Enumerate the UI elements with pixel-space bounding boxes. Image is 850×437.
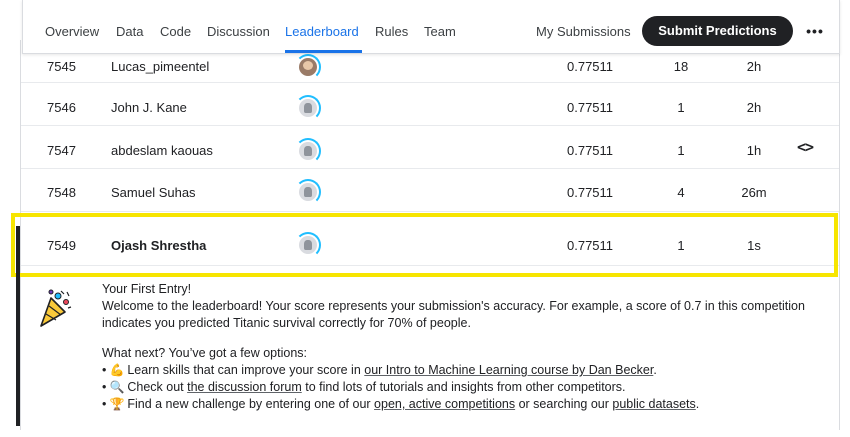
team-name-cell[interactable]: Ojash Shrestha xyxy=(111,238,206,253)
option-discussion-post: to find lots of tutorials and insights f… xyxy=(301,380,626,394)
discussion-forum-link[interactable]: the discussion forum xyxy=(187,380,302,394)
tab-discussion[interactable]: Discussion xyxy=(207,24,270,39)
table-row[interactable]: 7548 Samuel Suhas 0.77511 4 26m xyxy=(21,169,839,212)
team-avatar[interactable] xyxy=(295,54,321,80)
tab-team[interactable]: Team xyxy=(424,24,456,39)
last-submission-cell: 2h xyxy=(746,100,762,115)
last-submission-cell: 1h xyxy=(746,143,762,158)
team-name-cell[interactable]: John J. Kane xyxy=(111,100,187,115)
code-toggle-icon[interactable]: <> xyxy=(797,138,814,156)
rank-cell: 7546 xyxy=(47,100,76,115)
option-learn: • 💪 Learn skills that can improve your s… xyxy=(102,363,657,377)
my-submissions-link[interactable]: My Submissions xyxy=(536,24,631,39)
rank-cell: 7545 xyxy=(47,59,76,74)
first-entry-text-line-2: indicates you predicted Titanic survival… xyxy=(102,316,471,330)
tab-overview[interactable]: Overview xyxy=(45,24,99,39)
first-entry-message: Your First Entry! Welcome to the leaderb… xyxy=(102,281,832,413)
option-learn-period: . xyxy=(653,363,657,377)
public-datasets-link[interactable]: public datasets xyxy=(612,397,695,411)
magnifier-icon: 🔍 xyxy=(109,380,125,394)
entries-cell: 4 xyxy=(677,185,685,200)
trophy-icon: 🏆 xyxy=(109,397,125,411)
last-submission-cell: 26m xyxy=(741,185,767,200)
table-row[interactable]: 7546 John J. Kane 0.77511 1 2h xyxy=(21,83,839,126)
entries-cell: 1 xyxy=(677,100,685,115)
entries-cell: 1 xyxy=(677,143,685,158)
rank-cell: 7548 xyxy=(47,185,76,200)
score-cell: 0.77511 xyxy=(567,100,614,115)
tab-data[interactable]: Data xyxy=(116,24,143,39)
first-entry-title: Your First Entry! xyxy=(102,282,192,296)
score-cell: 0.77511 xyxy=(567,238,614,253)
entries-cell: 18 xyxy=(673,59,689,74)
score-cell: 0.77511 xyxy=(567,59,614,74)
team-avatar[interactable] xyxy=(295,138,321,164)
party-popper-icon xyxy=(40,289,72,327)
team-avatar[interactable] xyxy=(295,232,321,258)
tab-leaderboard[interactable]: Leaderboard xyxy=(285,24,359,39)
score-cell: 0.77511 xyxy=(567,185,614,200)
score-cell: 0.77511 xyxy=(567,143,614,158)
option-challenge-mid: or searching our xyxy=(515,397,613,411)
option-challenge-pre: Find a new challenge by entering one of … xyxy=(127,397,375,411)
submit-predictions-button[interactable]: Submit Predictions xyxy=(642,16,793,46)
active-competitions-link[interactable]: open, active competitions xyxy=(374,397,515,411)
team-avatar[interactable] xyxy=(295,95,321,121)
active-tab-indicator xyxy=(285,50,362,53)
team-avatar[interactable] xyxy=(295,179,321,205)
tab-code[interactable]: Code xyxy=(160,24,191,39)
team-name-cell[interactable]: abdeslam kaouas xyxy=(111,143,213,158)
option-challenge: • 🏆 Find a new challenge by entering one… xyxy=(102,397,700,411)
option-discussion: • 🔍 Check out the discussion forum to fi… xyxy=(102,380,626,394)
entries-cell: 1 xyxy=(677,238,685,253)
tab-rules[interactable]: Rules xyxy=(375,24,408,39)
flexed-biceps-icon: 💪 xyxy=(109,363,125,377)
first-entry-text-line-1: Welcome to the leaderboard! Your score r… xyxy=(102,299,805,313)
last-submission-cell: 2h xyxy=(746,59,762,74)
more-options-icon[interactable]: ••• xyxy=(803,20,827,42)
option-learn-text: Learn skills that can improve your score… xyxy=(127,363,365,377)
what-next-heading: What next? You’ve got a few options: xyxy=(102,346,307,360)
option-challenge-period: . xyxy=(695,397,700,411)
last-submission-cell: 1s xyxy=(747,238,761,253)
team-name-cell[interactable]: Samuel Suhas xyxy=(111,185,196,200)
competition-nav-bar: Overview Data Code Discussion Leaderboar… xyxy=(22,0,840,54)
intro-ml-course-link[interactable]: our Intro to Machine Learning course by … xyxy=(364,363,653,377)
table-row-current-user[interactable]: 7549 Ojash Shrestha 0.77511 1 1s xyxy=(21,222,839,266)
first-entry-accent-bar xyxy=(16,226,20,426)
option-discussion-pre: Check out xyxy=(127,380,188,394)
table-row[interactable]: 7547 abdeslam kaouas 0.77511 1 1h xyxy=(21,126,839,169)
rank-cell: 7547 xyxy=(47,143,76,158)
team-name-cell[interactable]: Lucas_pimeentel xyxy=(111,59,209,74)
rank-cell: 7549 xyxy=(47,238,76,253)
